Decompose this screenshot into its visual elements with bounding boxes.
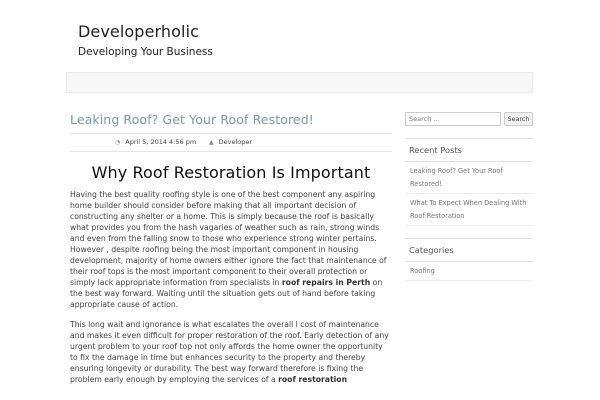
site-description: Developing Your Business [78,46,213,58]
recent-post-link[interactable]: Leaking Roof? Get Your Roof Restored! [410,167,503,188]
post-article: Leaking Roof? Get Your Roof Restored! ◔ … [70,112,392,385]
post-paragraph: This long wait and ignorance is what esc… [70,319,392,385]
post-body: Having the best quality roofing style is… [70,189,392,385]
list-item: Roofing [405,262,533,281]
main-content: Leaking Roof? Get Your Roof Restored! ◔ … [70,112,392,394]
main-navigation-bar [66,72,533,93]
list-item: Leaking Roof? Get Your Roof Restored! [405,162,533,194]
post-heading: Why Roof Restoration Is Important [91,163,371,182]
search-input[interactable] [405,112,501,126]
clock-icon: ◔ [115,138,121,146]
paragraph-text: Having the best quality roofing style is… [70,190,387,287]
post-meta: ◔ April 5, 2014 4:56 pm ▲ Developer [70,133,392,152]
person-icon: ▲ [209,138,214,146]
categories-widget: Categories Roofing [405,238,533,281]
widget-title: Recent Posts [405,139,533,162]
recent-post-link[interactable]: What To Expect When Dealing With Roof Re… [410,199,526,220]
post-author-link[interactable]: Developer [219,138,252,146]
post-date: ◔ April 5, 2014 4:56 pm [115,138,196,146]
widget-title: Categories [405,239,533,262]
roof-repairs-link[interactable]: roof repairs in Perth [282,278,370,287]
post-date-link[interactable]: April 5, 2014 4:56 pm [125,138,196,146]
list-item: What To Expect When Dealing With Roof Re… [405,194,533,226]
search-form: Search [405,112,533,126]
recent-posts-widget: Recent Posts Leaking Roof? Get Your Roof… [405,138,533,226]
post-title-link[interactable]: Leaking Roof? Get Your Roof Restored! [70,112,392,127]
category-link-roofing[interactable]: Roofing [410,267,435,275]
post-paragraph: Having the best quality roofing style is… [70,189,392,310]
search-button[interactable]: Search [504,112,533,126]
roof-restoration-link[interactable]: roof restoration [278,375,347,384]
site-header: Developerholic Developing Your Business [78,22,213,58]
post-author: ▲ Developer [209,138,252,146]
sidebar: Search Recent Posts Leaking Roof? Get Yo… [405,112,533,281]
site-title-link[interactable]: Developerholic [78,22,213,41]
